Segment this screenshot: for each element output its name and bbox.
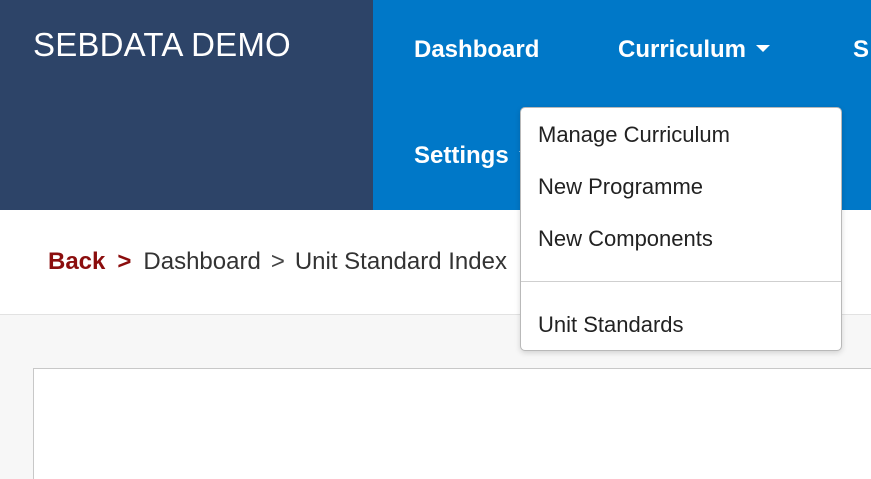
menu-item-manage-curriculum[interactable]: Manage Curriculum [538,122,730,148]
content-panel [33,368,871,479]
breadcrumb-dashboard[interactable]: Dashboard [143,248,260,275]
menu-item-new-components[interactable]: New Components [538,226,713,252]
breadcrumb-current: Unit Standard Index [294,248,507,275]
nav-curriculum-label: Curriculum [618,36,747,63]
nav-item-partial[interactable]: S [853,36,869,64]
brand-panel: SEBDATA DEMO [0,0,373,210]
nav-settings-label: Settings [414,142,509,169]
nav-dashboard[interactable]: Dashboard [414,36,539,64]
curriculum-dropdown-menu: Manage Curriculum New Programme New Comp… [520,107,842,351]
menu-item-unit-standards[interactable]: Unit Standards [538,312,684,338]
brand-title[interactable]: SEBDATA DEMO [33,26,291,64]
caret-down-icon [756,45,771,53]
breadcrumb-separator: > [117,248,132,275]
breadcrumb: Back > Dashboard > Unit Standard Index [48,248,507,276]
menu-item-new-programme[interactable]: New Programme [538,174,703,200]
menu-divider [521,281,841,282]
nav-settings[interactable]: Settings [414,142,533,170]
back-link[interactable]: Back [48,248,105,275]
breadcrumb-separator: > [270,248,285,275]
nav-curriculum[interactable]: Curriculum [618,36,771,64]
